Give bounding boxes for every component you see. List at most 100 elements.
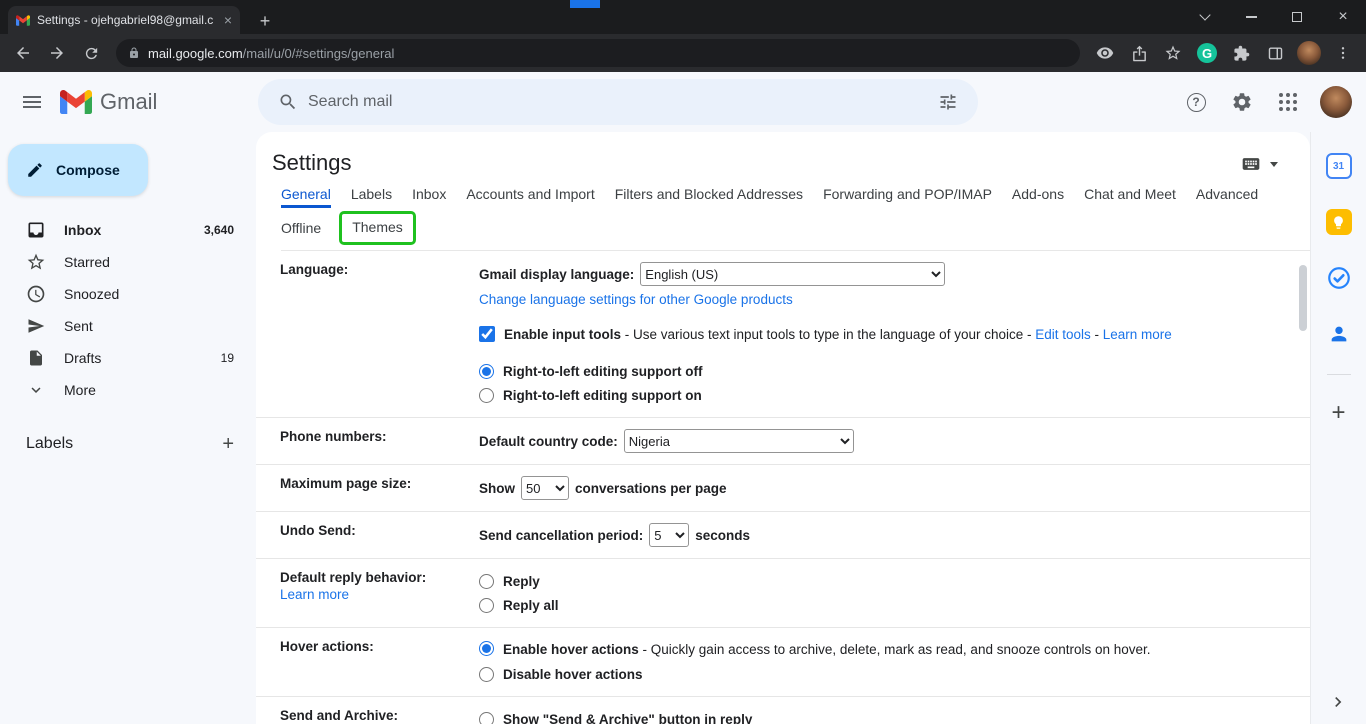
browser-tab[interactable]: Settings - ojehgabriel98@gmail.c × [8,6,240,34]
tab-labels[interactable]: Labels [351,186,392,208]
gmail-wordmark: Gmail [100,89,157,115]
browser-menu-button[interactable] [1326,36,1360,70]
tab-inbox[interactable]: Inbox [412,186,446,208]
grammarly-extension-button[interactable]: G [1190,36,1224,70]
side-panel-button[interactable] [1258,36,1292,70]
enable-hover-option[interactable]: Enable hover actions - Quickly gain acce… [479,642,1151,657]
keyboard-icon [1238,154,1264,174]
gmail-logo[interactable]: Gmail [60,89,157,115]
show-send-archive-radio[interactable] [479,712,494,724]
hide-side-panel-button[interactable] [1324,688,1352,716]
tab-forwarding-and-pop-imap[interactable]: Forwarding and POP/IMAP [823,186,992,208]
minimize-button[interactable] [1228,0,1274,34]
tab-close-icon[interactable]: × [224,13,232,27]
sidebar-item-label: Starred [64,254,216,270]
reply-option[interactable]: Reply [479,574,540,589]
get-addons-button[interactable]: + [1319,393,1359,433]
reload-icon [83,45,100,62]
tab-search-button[interactable] [1182,0,1228,34]
rtl-off-radio[interactable] [479,364,494,379]
disable-hover-option[interactable]: Disable hover actions [479,667,643,682]
settings-button[interactable] [1222,82,1262,122]
show-send-archive-option[interactable]: Show "Send & Archive" button in reply [479,712,752,724]
preview-button[interactable] [1088,36,1122,70]
tab-themes[interactable]: Themes [352,219,403,235]
compose-button[interactable]: Compose [8,144,148,196]
change-language-link[interactable]: Change language settings for other Googl… [479,292,793,307]
reply-radio[interactable] [479,574,494,589]
tab-offline[interactable]: Offline [281,220,321,236]
new-tab-button[interactable]: + [252,8,278,34]
page-size-prefix: Show [479,481,515,496]
input-tools-dropdown[interactable] [1238,154,1278,174]
tasks-button[interactable] [1319,258,1359,298]
search-bar[interactable] [258,79,978,125]
input-tools-learn-more-link[interactable]: Learn more [1103,327,1172,342]
search-input[interactable] [308,93,928,111]
cancellation-period-select[interactable]: 5 [649,523,689,547]
display-language-select[interactable]: English (US) [640,262,945,286]
google-apps-button[interactable] [1268,82,1308,122]
sidebar-item-snoozed[interactable]: Snoozed [0,278,256,310]
tab-add-ons[interactable]: Add-ons [1012,186,1064,208]
scrollbar-thumb[interactable] [1299,265,1307,331]
reply-learn-more-link[interactable]: Learn more [280,587,349,602]
extensions-button[interactable] [1224,36,1258,70]
disable-hover-radio[interactable] [479,667,494,682]
back-arrow-icon [14,44,32,62]
search-options-button[interactable] [928,82,968,122]
clock-icon [26,284,46,304]
tab-advanced[interactable]: Advanced [1196,186,1258,208]
enable-hover-radio[interactable] [479,641,494,656]
close-button[interactable]: × [1320,0,1366,34]
support-button[interactable]: ? [1176,82,1216,122]
browser-profile-button[interactable] [1292,36,1326,70]
three-dots-icon [1335,45,1351,61]
sidebar-item-starred[interactable]: Starred [0,246,256,278]
reload-button[interactable] [74,36,108,70]
url-domain: mail.google.com [148,46,243,61]
back-button[interactable] [6,36,40,70]
tab-filters-and-blocked-addresses[interactable]: Filters and Blocked Addresses [615,186,803,208]
contacts-button[interactable] [1319,314,1359,354]
sidebar-item-sent[interactable]: Sent [0,310,256,342]
star-icon [26,252,46,272]
keep-button[interactable] [1319,202,1359,242]
forward-arrow-icon [48,44,66,62]
tab-general[interactable]: General [281,186,331,208]
maximize-button[interactable] [1274,0,1320,34]
enable-input-tools-checkbox[interactable] [479,326,495,342]
bookmark-button[interactable] [1156,36,1190,70]
help-icon: ? [1187,93,1206,112]
pencil-icon [26,161,44,179]
sidebar-item-drafts[interactable]: Drafts 19 [0,342,256,374]
tab-chat-and-meet[interactable]: Chat and Meet [1084,186,1176,208]
reply-all-radio[interactable] [479,598,494,613]
tab-accounts-and-import[interactable]: Accounts and Import [466,186,594,208]
sidebar-item-inbox[interactable]: Inbox 3,640 [0,214,256,246]
forward-button[interactable] [40,36,74,70]
rtl-on-radio[interactable] [479,388,494,403]
keep-icon [1326,209,1352,235]
language-row-label: Language: [256,262,479,406]
reply-all-option[interactable]: Reply all [479,598,559,613]
rtl-off-option[interactable]: Right-to-left editing support off [479,364,702,379]
calendar-button[interactable]: 31 [1319,146,1359,186]
sidebar-item-label: Sent [64,318,216,334]
share-icon [1131,45,1148,62]
sidebar-item-more[interactable]: More [0,374,256,406]
address-bar[interactable]: mail.google.com/mail/u/0/#settings/gener… [116,39,1080,67]
create-label-button[interactable]: + [222,434,234,454]
edit-tools-link[interactable]: Edit tools [1035,327,1091,342]
account-avatar[interactable] [1320,86,1352,118]
share-button[interactable] [1122,36,1156,70]
gmail-header: Gmail ? [0,72,1366,132]
settings-tabs: General Labels Inbox Accounts and Import… [281,186,1310,251]
country-code-select[interactable]: Nigeria [624,429,854,453]
reply-row-label: Default reply behavior: Learn more [256,570,479,616]
rtl-on-option[interactable]: Right-to-left editing support on [479,388,702,403]
main-menu-button[interactable] [8,78,56,126]
search-button[interactable] [268,82,308,122]
page-size-select[interactable]: 50 [521,476,569,500]
sidebar-item-label: Inbox [64,222,186,238]
